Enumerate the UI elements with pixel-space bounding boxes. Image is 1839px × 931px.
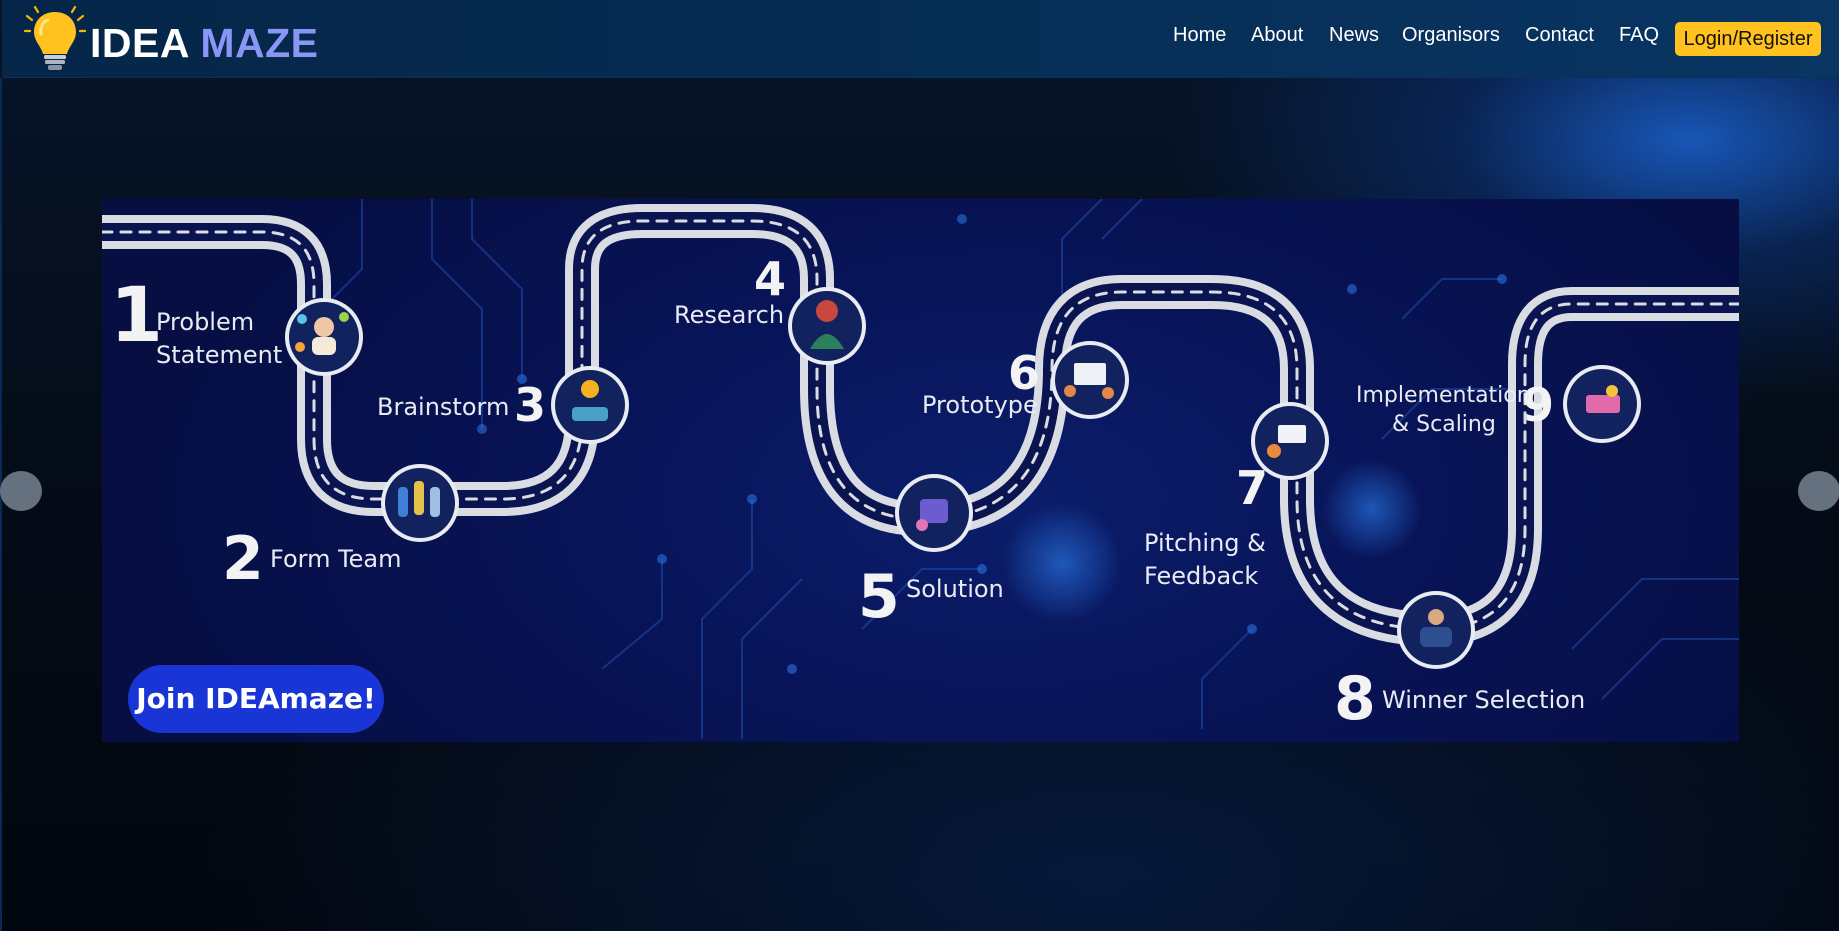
carousel-slide[interactable]: 1 Problem Statement 2 Form Team 3 Brains… — [102, 199, 1739, 742]
hero-carousel: 1 Problem Statement 2 Form Team 3 Brains… — [0, 78, 1839, 931]
circuit-glow — [1322, 459, 1422, 559]
nav-home[interactable]: Home — [1173, 24, 1226, 47]
step-4-label: Research — [674, 301, 784, 329]
lightbulb-icon — [24, 6, 86, 70]
step-1-label: Problem — [156, 308, 254, 336]
step-4-number: 4 — [754, 252, 786, 306]
site-header: IDEA MAZE Home About News Organisors Con… — [2, 0, 1839, 78]
step-8-badge — [1397, 591, 1475, 669]
step-7-label: Pitching & — [1144, 529, 1266, 557]
nav-about[interactable]: About — [1251, 24, 1303, 47]
step-5-number: 5 — [858, 562, 900, 632]
brand-logo[interactable]: IDEA MAZE — [24, 6, 324, 72]
step-5-badge — [895, 474, 973, 552]
step-1-badge — [285, 298, 363, 376]
step-5-label: Solution — [906, 575, 1004, 603]
step-2-label: Form Team — [270, 545, 402, 573]
carousel-next-icon[interactable] — [1798, 471, 1839, 511]
brand-word-2: MAZE — [200, 20, 319, 66]
carousel-prev-icon[interactable] — [0, 471, 42, 511]
step-9-label: Implementation — [1356, 383, 1531, 408]
step-2-badge — [381, 464, 459, 542]
step-4-badge — [788, 287, 866, 365]
step-3-badge — [551, 366, 629, 444]
step-8-number: 8 — [1334, 664, 1376, 734]
nav-organisors[interactable]: Organisors — [1402, 24, 1500, 47]
step-6-badge — [1051, 341, 1129, 419]
join-ideamaze-label: Join IDEAmaze! — [134, 682, 376, 715]
nav-faq[interactable]: FAQ — [1619, 24, 1659, 47]
step-8-label: Winner Selection — [1382, 686, 1585, 714]
nav-news[interactable]: News — [1329, 24, 1379, 47]
step-7-number: 7 — [1236, 461, 1268, 515]
brand-name: IDEA MAZE — [90, 20, 319, 67]
step-2-number: 2 — [222, 524, 264, 594]
step-9-badge — [1563, 365, 1641, 443]
idea-maze-roadmap: 1 Problem Statement 2 Form Team 3 Brains… — [102, 199, 1739, 739]
join-ideamaze-button[interactable]: Join IDEAmaze! — [128, 665, 384, 733]
step-1-number: 1 — [110, 270, 163, 359]
step-1-label-2: Statement — [156, 341, 282, 369]
circuit-glow — [1002, 503, 1122, 623]
brand-word-1: IDEA — [90, 20, 189, 66]
step-6-label: Prototype — [922, 391, 1038, 419]
login-register-button[interactable]: Login/Register — [1675, 22, 1821, 56]
step-7-label-2: Feedback — [1144, 562, 1258, 590]
step-3-label: Brainstorm — [377, 393, 509, 421]
step-3-number: 3 — [514, 378, 546, 432]
step-9-label-2: & Scaling — [1392, 412, 1496, 437]
nav-contact[interactable]: Contact — [1525, 24, 1594, 47]
